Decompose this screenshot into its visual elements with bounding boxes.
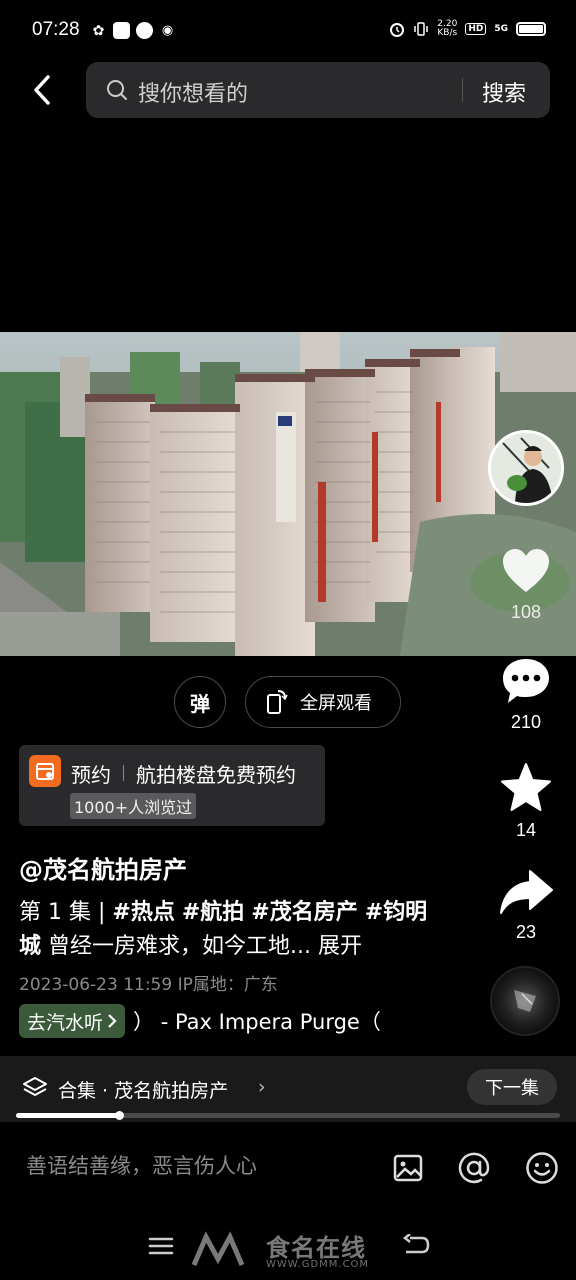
- post-description[interactable]: 第 1 集 | #热点 #航拍 #茂名房产 #钧明城 曾经一房难求，如今工地..…: [19, 896, 439, 964]
- signal-icon: 5G: [494, 24, 508, 34]
- fullscreen-label: 全屏观看: [300, 693, 372, 714]
- video-player[interactable]: [0, 332, 576, 656]
- image-icon: [393, 1154, 423, 1182]
- watermark-url: WWW.GDMM.COM: [266, 1259, 370, 1270]
- watermark-text: 食名在线 WWW.GDMM.COM: [266, 1228, 369, 1270]
- comment-count: 210: [510, 712, 542, 732]
- comment-action[interactable]: 210: [496, 656, 556, 733]
- share-count: 23: [515, 922, 537, 942]
- status-indicators: 2.20 KB/s HD 5G: [389, 20, 546, 38]
- booking-views-badge: 1000+人浏览过: [70, 793, 197, 819]
- booking-label: 预约: [71, 763, 111, 787]
- video-progress-bar[interactable]: [16, 1111, 560, 1120]
- menu-icon[interactable]: [148, 1236, 174, 1256]
- favorite-action[interactable]: 14: [496, 762, 556, 841]
- layers-icon: [23, 1077, 47, 1096]
- like-count: 108: [510, 602, 542, 622]
- avatar-image: [491, 433, 561, 503]
- status-notification-icons: ✿ ◉: [90, 22, 176, 39]
- favorite-count: 14: [515, 820, 537, 840]
- comment-bubble-icon: [503, 659, 549, 703]
- watermark-logo-icon: [191, 1231, 245, 1266]
- fullscreen-button[interactable]: 全屏观看: [245, 676, 401, 728]
- music-disc[interactable]: [490, 966, 560, 1036]
- search-button[interactable]: 搜索: [482, 76, 526, 108]
- app-icon: [113, 22, 130, 39]
- music-cover-icon: [514, 990, 536, 1012]
- at-icon: [458, 1152, 490, 1184]
- star-icon: [501, 763, 551, 811]
- system-nav-bar: 食名在线 WWW.GDMM.COM: [0, 1220, 576, 1280]
- hashtag[interactable]: #航拍: [182, 900, 244, 925]
- vibrate-icon: [414, 22, 429, 36]
- collection-label: 合集 · 茂名航拍房产: [58, 1080, 229, 1102]
- search-bar[interactable]: 搜你想看的 搜索: [86, 62, 550, 118]
- video-frame-image: [0, 332, 576, 656]
- listen-in-app-button[interactable]: 去汽水听: [19, 1004, 126, 1038]
- next-episode-button[interactable]: 下一集: [467, 1069, 557, 1105]
- smile-icon: [526, 1152, 558, 1184]
- rotate-screen-icon: [267, 690, 288, 714]
- qq-icon: ◉: [161, 23, 174, 38]
- chevron-right-icon: [108, 1014, 117, 1028]
- back-gesture-icon[interactable]: [402, 1234, 430, 1258]
- comment-input[interactable]: 善语结善缘，恶言伤人心: [26, 1150, 257, 1180]
- back-button[interactable]: [22, 70, 62, 110]
- author-avatar[interactable]: [488, 430, 564, 506]
- expand-link[interactable]: 展开: [318, 934, 362, 959]
- net-speed: 2.20 KB/s: [437, 19, 458, 38]
- wechat-icon: ✿: [92, 22, 105, 39]
- music-title: ） - Pax Impera Purge（: [133, 1010, 381, 1034]
- search-input[interactable]: 搜你想看的: [138, 76, 248, 108]
- booking-title: 航拍楼盘免费预约: [136, 763, 296, 787]
- image-picker-button[interactable]: [390, 1150, 426, 1186]
- listen-label: 去汽水听: [27, 1011, 104, 1034]
- chevron-left-icon: [34, 75, 50, 105]
- author-name[interactable]: @茂名航拍房产: [19, 850, 187, 885]
- music-row[interactable]: 去汽水听 ） - Pax Impera Purge（: [19, 1004, 381, 1038]
- message-icon: [136, 22, 153, 39]
- hd-badge: HD: [465, 23, 487, 35]
- like-action[interactable]: 108: [496, 546, 556, 623]
- description-text: 曾经一房难求，如今工地...: [48, 934, 311, 959]
- status-bar: 07:28 ✿ ◉ 2.20 KB/s HD 5G: [0, 0, 576, 56]
- hashtag[interactable]: #热点: [112, 900, 174, 925]
- chevron-right-icon: ›: [258, 1076, 266, 1098]
- calendar-icon: [29, 755, 61, 787]
- divider: [123, 765, 124, 781]
- danmaku-toggle[interactable]: 弹: [174, 676, 226, 728]
- watermark-title: 食名在线: [266, 1234, 366, 1262]
- battery-icon: [516, 22, 546, 36]
- mention-button[interactable]: [456, 1150, 492, 1186]
- share-action[interactable]: 23: [496, 868, 556, 943]
- alarm-icon: [390, 23, 405, 37]
- hashtag[interactable]: #茂名房产: [251, 900, 357, 925]
- watermark: 食名在线 WWW.GDMM.COM: [190, 1228, 369, 1270]
- progress-fill: [16, 1113, 120, 1118]
- search-icon: [107, 80, 127, 100]
- share-arrow-icon: [500, 870, 553, 914]
- booking-card[interactable]: 预约 航拍楼盘免费预约 1000+人浏览过: [19, 745, 325, 826]
- heart-icon: [503, 549, 549, 592]
- episode-label: 第 1 集 |: [19, 900, 113, 925]
- divider: [462, 78, 463, 102]
- post-meta: 2023-06-23 11:59 IP属地：广东: [19, 975, 278, 995]
- emoji-button[interactable]: [524, 1150, 560, 1186]
- status-time: 07:28: [32, 19, 80, 40]
